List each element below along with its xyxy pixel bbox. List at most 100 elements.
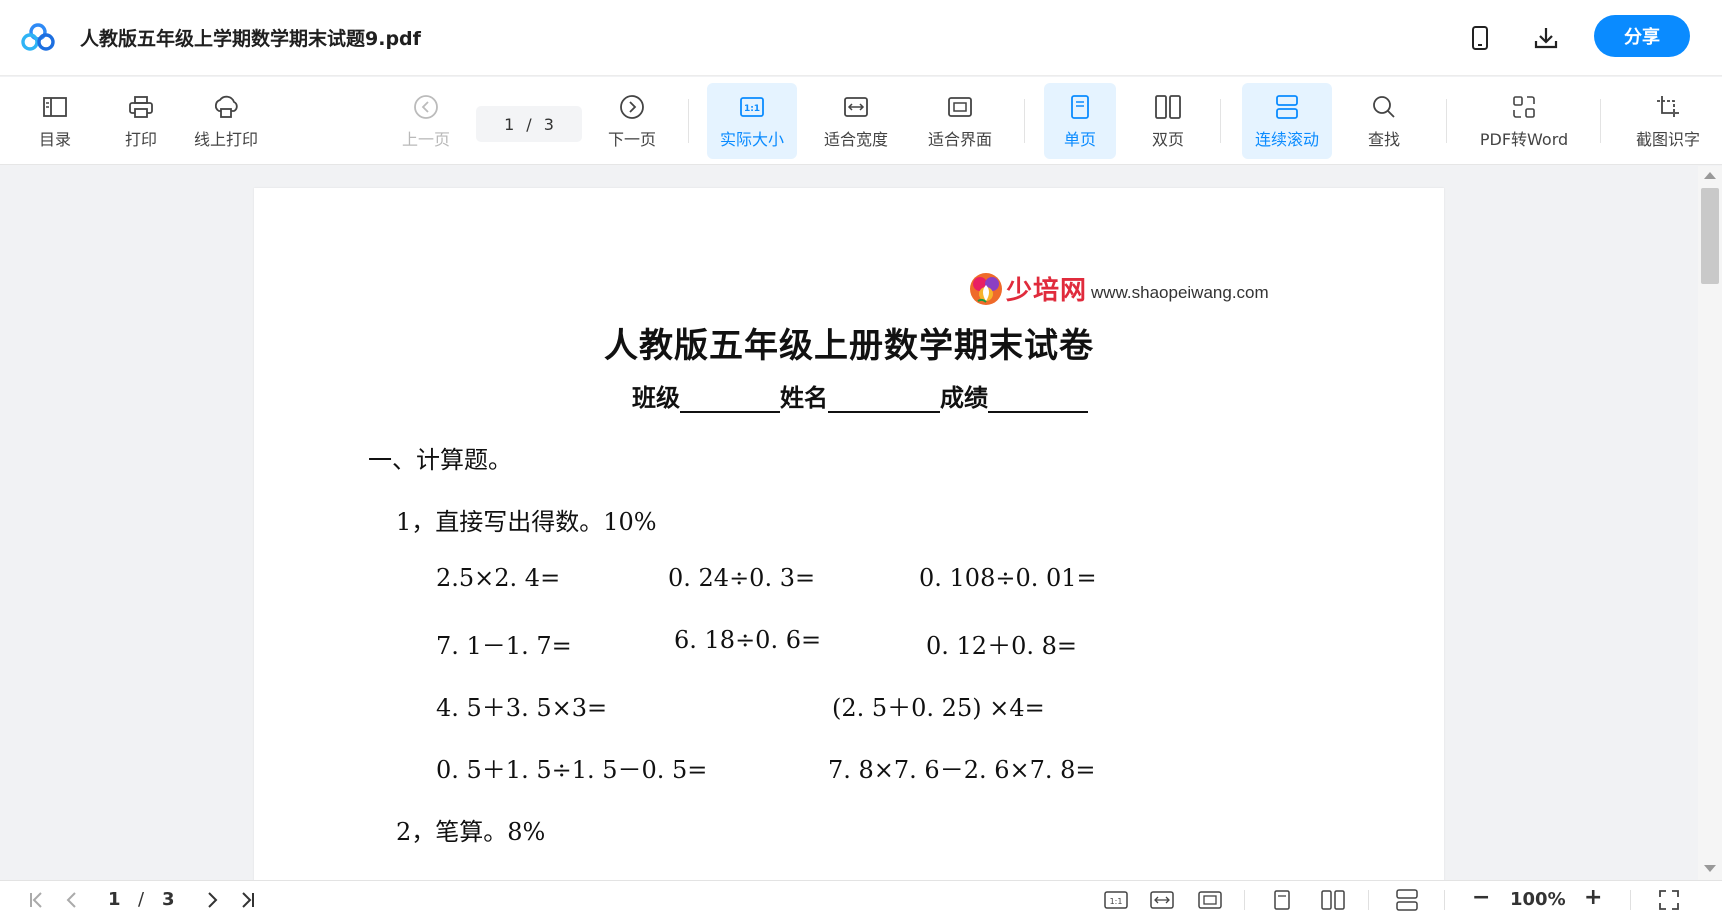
continuous-scroll-button[interactable]: 连续滚动 xyxy=(1242,83,1332,159)
pdf-to-word-label: PDF转Word xyxy=(1479,130,1569,149)
math-problem: 7. 1－1. 7= xyxy=(436,632,572,660)
fullscreen-button[interactable] xyxy=(1656,887,1682,913)
svg-text:1:1: 1:1 xyxy=(744,104,760,114)
page-total: 3 xyxy=(543,114,554,134)
zoom-level[interactable]: 100% xyxy=(1510,889,1566,910)
bottom-double-page-button[interactable] xyxy=(1318,887,1348,913)
chevron-right-circle-icon xyxy=(620,95,644,119)
actual-size-button[interactable]: 1:1 实际大小 xyxy=(707,83,797,159)
name-blank xyxy=(828,387,940,413)
print-button[interactable]: 打印 xyxy=(116,83,166,159)
continuous-scroll-icon xyxy=(1276,95,1298,119)
toc-button[interactable]: 目录 xyxy=(30,83,80,159)
single-page-icon xyxy=(1274,890,1290,910)
single-page-icon xyxy=(1071,95,1089,119)
vertical-scrollbar[interactable] xyxy=(1698,166,1722,880)
title-bar: 人教版五年级上学期数学期末试题9.pdf 分享 xyxy=(0,0,1722,76)
first-page-icon xyxy=(30,892,42,908)
flower-logo-icon xyxy=(970,273,1002,305)
math-problem: 0. 12＋0. 8= xyxy=(926,632,1077,660)
scroll-down-arrow-icon[interactable] xyxy=(1704,865,1716,872)
screenshot-ocr-label: 截图识字 xyxy=(1635,130,1700,149)
mobile-view-button[interactable] xyxy=(1462,20,1498,56)
fit-page-button[interactable]: 适合界面 xyxy=(918,83,1002,159)
download-icon xyxy=(1534,28,1558,49)
page-number-input[interactable]: 1 / 3 xyxy=(476,106,582,142)
printer-icon xyxy=(129,96,153,118)
bottom-divider xyxy=(1368,890,1369,910)
prev-page-small-button[interactable] xyxy=(60,887,84,913)
toolbar-divider xyxy=(1024,99,1025,143)
exam-title: 人教版五年级上册数学期末试卷 xyxy=(604,326,1094,366)
last-page-button[interactable] xyxy=(236,887,260,913)
double-page-button[interactable]: 双页 xyxy=(1132,83,1204,159)
bottom-single-page-button[interactable] xyxy=(1268,887,1296,913)
score-blank xyxy=(988,387,1088,413)
section-heading: 一、计算题。 xyxy=(368,446,512,474)
fit-page-icon xyxy=(1198,891,1222,909)
bottom-continuous-scroll-button[interactable] xyxy=(1392,887,1422,913)
prev-page-button[interactable]: 上一页 xyxy=(396,83,456,159)
first-page-button[interactable] xyxy=(24,887,48,913)
bottom-divider xyxy=(1630,890,1631,910)
mobile-icon xyxy=(1472,26,1488,50)
math-problem: (2. 5＋0. 25) ×4= xyxy=(832,694,1045,722)
fit-width-icon xyxy=(844,97,868,117)
chevron-right-icon xyxy=(208,892,218,908)
watermark-url: www.shaopeiwang.com xyxy=(1091,283,1269,302)
prev-page-label: 上一页 xyxy=(401,130,450,149)
scroll-up-arrow-icon[interactable] xyxy=(1704,172,1716,179)
watermark: 少培网 www.shaopeiwang.com xyxy=(968,270,1269,307)
page-separator: / xyxy=(526,114,532,134)
bottom-divider xyxy=(1444,890,1445,910)
svg-text:1:1: 1:1 xyxy=(1110,897,1123,906)
class-label: 班级 xyxy=(632,383,680,412)
fit-page-label: 适合界面 xyxy=(927,130,992,149)
continuous-scroll-label: 连续滚动 xyxy=(1254,130,1319,149)
fit-width-button[interactable]: 适合宽度 xyxy=(814,83,898,159)
last-page-icon xyxy=(242,892,254,908)
question-heading: 1，直接写出得数。10% xyxy=(396,508,657,536)
share-button[interactable]: 分享 xyxy=(1594,15,1690,57)
convert-icon xyxy=(1513,96,1535,118)
document-viewer[interactable]: 少培网 www.shaopeiwang.com 人教版五年级上册数学期末试卷 班… xyxy=(0,166,1722,880)
zoom-in-button[interactable]: + xyxy=(1584,885,1602,910)
question-heading: 2，笔算。8% xyxy=(396,818,546,846)
math-problem: 0. 24÷0. 3= xyxy=(668,564,816,592)
bottom-page-current[interactable]: 1 xyxy=(108,889,121,910)
math-problem: 4. 5＋3. 5×3= xyxy=(436,694,608,722)
next-page-button[interactable]: 下一页 xyxy=(602,83,662,159)
pdf-to-word-button[interactable]: PDF转Word xyxy=(1474,83,1574,159)
download-button[interactable] xyxy=(1528,20,1564,56)
bottom-bar: 1 / 3 1:1 − 100% + xyxy=(0,880,1722,917)
bottom-actual-size-button[interactable]: 1:1 xyxy=(1102,887,1130,913)
single-page-button[interactable]: 单页 xyxy=(1044,83,1116,159)
double-page-icon xyxy=(1155,95,1181,119)
fit-width-icon xyxy=(1150,891,1174,909)
online-print-label: 线上打印 xyxy=(193,130,258,149)
page-current: 1 xyxy=(504,114,515,134)
toolbar-divider xyxy=(1220,99,1221,143)
scrollbar-thumb[interactable] xyxy=(1701,188,1719,284)
chevron-left-icon xyxy=(66,892,76,908)
crop-icon xyxy=(1657,96,1679,118)
bottom-fit-width-button[interactable] xyxy=(1148,887,1176,913)
zoom-out-button[interactable]: − xyxy=(1472,885,1490,910)
actual-size-icon: 1:1 xyxy=(1104,891,1128,909)
next-page-small-button[interactable] xyxy=(200,887,224,913)
continuous-scroll-icon xyxy=(1396,889,1418,911)
next-page-label: 下一页 xyxy=(607,130,656,149)
single-page-label: 单页 xyxy=(1063,130,1096,149)
chevron-left-circle-icon xyxy=(414,95,438,119)
bottom-fit-page-button[interactable] xyxy=(1196,887,1224,913)
math-problem: 7. 8×7. 6－2. 6×7. 8= xyxy=(828,756,1096,784)
search-button[interactable]: 查找 xyxy=(1352,83,1416,159)
online-print-button[interactable]: 线上打印 xyxy=(186,83,266,159)
fullscreen-icon xyxy=(1659,890,1679,910)
search-icon xyxy=(1373,96,1395,118)
app-logo-icon xyxy=(21,23,55,51)
screenshot-ocr-button[interactable]: 截图识字 xyxy=(1628,83,1708,159)
print-label: 打印 xyxy=(124,130,157,149)
toolbar-divider xyxy=(1600,99,1601,143)
double-page-icon xyxy=(1321,890,1345,910)
